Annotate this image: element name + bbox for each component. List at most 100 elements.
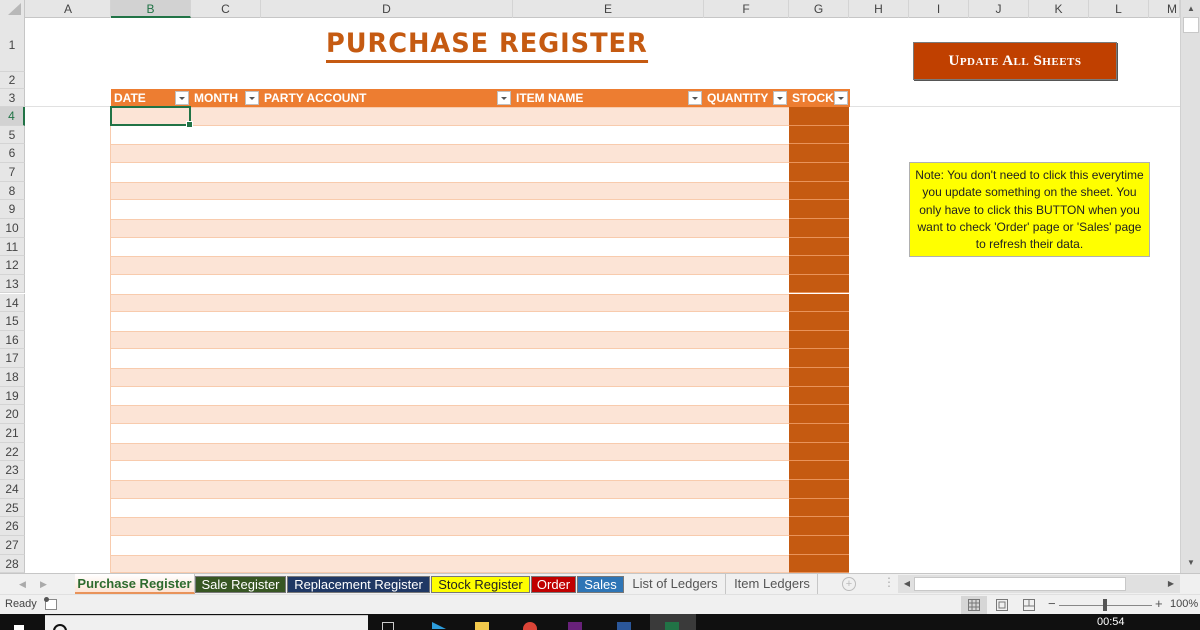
stock-cell[interactable] — [789, 424, 849, 443]
stock-cell[interactable] — [789, 237, 849, 257]
column-header-j[interactable]: J — [969, 0, 1029, 18]
taskbar-search-box[interactable] — [45, 615, 368, 630]
row-header-3[interactable]: 3 — [0, 89, 25, 107]
row-header-1[interactable]: 1 — [0, 18, 25, 72]
table-row[interactable] — [111, 218, 789, 238]
stock-cell[interactable] — [789, 125, 849, 145]
column-header-a[interactable]: A — [26, 0, 111, 18]
row-header-20[interactable]: 20 — [0, 405, 25, 425]
horizontal-scroll-thumb[interactable] — [914, 577, 1126, 591]
stock-filter-dropdown-icon[interactable] — [834, 91, 848, 105]
zoom-slider-thumb[interactable] — [1103, 599, 1107, 611]
sheet-tab-replacement-register[interactable]: Replacement Register — [287, 576, 430, 593]
tab-scroll-left-icon[interactable]: ◀ — [19, 574, 26, 594]
table-row[interactable] — [111, 498, 789, 518]
sheet-tab-purchase-register[interactable]: Purchase Register — [75, 574, 195, 594]
stock-cell[interactable] — [789, 256, 849, 275]
table-row[interactable] — [111, 480, 789, 499]
horizontal-scrollbar[interactable]: ◀ ▶ — [898, 575, 1180, 593]
table-row[interactable] — [111, 256, 789, 275]
sheet-tab-stock-register[interactable]: Stock Register — [431, 576, 530, 593]
stock-cell[interactable] — [789, 480, 849, 499]
scroll-right-icon[interactable]: ▶ — [1164, 575, 1178, 593]
stock-cell[interactable] — [789, 181, 849, 201]
column-header-e[interactable]: E — [513, 0, 704, 18]
sheet-tab-sale-register[interactable]: Sale Register — [195, 576, 286, 593]
sheet-tab-item-ledgers[interactable]: Item Ledgers — [727, 574, 818, 594]
party-account-filter-dropdown-icon[interactable] — [497, 91, 511, 105]
row-header-5[interactable]: 5 — [0, 125, 25, 145]
table-row[interactable] — [111, 461, 789, 480]
row-header-8[interactable]: 8 — [0, 181, 25, 201]
item-name-filter-dropdown-icon[interactable] — [688, 91, 702, 105]
tab-scroll-right-icon[interactable]: ▶ — [40, 574, 47, 594]
sheet-tab-order[interactable]: Order — [531, 576, 576, 593]
file-explorer-icon[interactable] — [475, 622, 489, 630]
zoom-out-icon[interactable]: − — [1048, 597, 1056, 611]
visual-studio-icon[interactable] — [568, 622, 582, 630]
stock-cell[interactable] — [789, 200, 849, 219]
stock-cell[interactable] — [789, 330, 849, 350]
row-header-27[interactable]: 27 — [0, 535, 25, 555]
table-row[interactable] — [111, 293, 789, 313]
stock-cell[interactable] — [789, 498, 849, 518]
stock-cell[interactable] — [789, 274, 849, 294]
word-icon[interactable] — [617, 622, 631, 630]
row-header-21[interactable]: 21 — [0, 424, 25, 443]
stock-cell[interactable] — [789, 535, 849, 555]
page-layout-view-button[interactable] — [989, 596, 1015, 614]
scroll-left-icon[interactable]: ◀ — [900, 575, 914, 593]
row-header-2[interactable]: 2 — [0, 72, 25, 89]
page-break-preview-button[interactable] — [1016, 596, 1042, 614]
zoom-in-icon[interactable]: + — [1155, 597, 1163, 611]
row-header-15[interactable]: 15 — [0, 312, 25, 331]
row-header-6[interactable]: 6 — [0, 144, 25, 163]
normal-view-button[interactable] — [961, 596, 987, 614]
row-header-16[interactable]: 16 — [0, 330, 25, 350]
row-header-25[interactable]: 25 — [0, 498, 25, 518]
table-row[interactable] — [111, 424, 789, 443]
update-all-sheets-button[interactable]: Update All Sheets — [913, 42, 1117, 80]
vertical-scroll-thumb[interactable] — [1183, 17, 1199, 33]
table-row[interactable] — [111, 107, 789, 126]
active-cell-b4[interactable] — [110, 106, 193, 128]
table-row[interactable] — [111, 442, 789, 462]
stock-cell[interactable] — [789, 349, 849, 369]
row-header-14[interactable]: 14 — [0, 293, 25, 313]
stock-cell[interactable] — [789, 144, 849, 163]
table-row[interactable] — [111, 237, 789, 257]
sheet-tab-list-of-ledgers[interactable]: List of Ledgers — [625, 574, 726, 594]
quantity-filter-dropdown-icon[interactable] — [773, 91, 787, 105]
column-header-l[interactable]: L — [1089, 0, 1149, 18]
column-header-c[interactable]: C — [191, 0, 261, 18]
row-header-4[interactable]: 4 — [0, 107, 25, 126]
stock-cell[interactable] — [789, 218, 849, 238]
chrome-icon[interactable] — [523, 622, 537, 630]
scroll-down-icon[interactable]: ▼ — [1183, 555, 1199, 571]
row-header-18[interactable]: 18 — [0, 368, 25, 387]
scroll-up-icon[interactable]: ▲ — [1183, 1, 1199, 17]
month-filter-dropdown-icon[interactable] — [245, 91, 259, 105]
column-header-b[interactable]: B — [111, 0, 191, 18]
stock-cell[interactable] — [789, 162, 849, 182]
table-row[interactable] — [111, 386, 789, 406]
task-view-icon[interactable] — [382, 622, 394, 630]
table-row[interactable] — [111, 162, 789, 182]
sheet-tab-sales[interactable]: Sales — [577, 576, 624, 593]
column-header-m[interactable]: M — [1149, 0, 1180, 18]
table-row[interactable] — [111, 535, 789, 555]
row-header-9[interactable]: 9 — [0, 200, 25, 219]
row-header-13[interactable]: 13 — [0, 274, 25, 294]
column-header-d[interactable]: D — [261, 0, 513, 18]
table-row[interactable] — [111, 405, 789, 425]
table-row[interactable] — [111, 144, 789, 163]
zoom-level[interactable]: 100% — [1170, 598, 1198, 610]
column-header-k[interactable]: K — [1029, 0, 1089, 18]
date-filter-dropdown-icon[interactable] — [175, 91, 189, 105]
taskbar-clock[interactable]: 00:54 — [1097, 616, 1125, 628]
row-header-23[interactable]: 23 — [0, 461, 25, 480]
row-header-26[interactable]: 26 — [0, 517, 25, 536]
media-player-icon[interactable] — [432, 622, 446, 629]
table-row[interactable] — [111, 330, 789, 350]
table-row[interactable] — [111, 312, 789, 331]
